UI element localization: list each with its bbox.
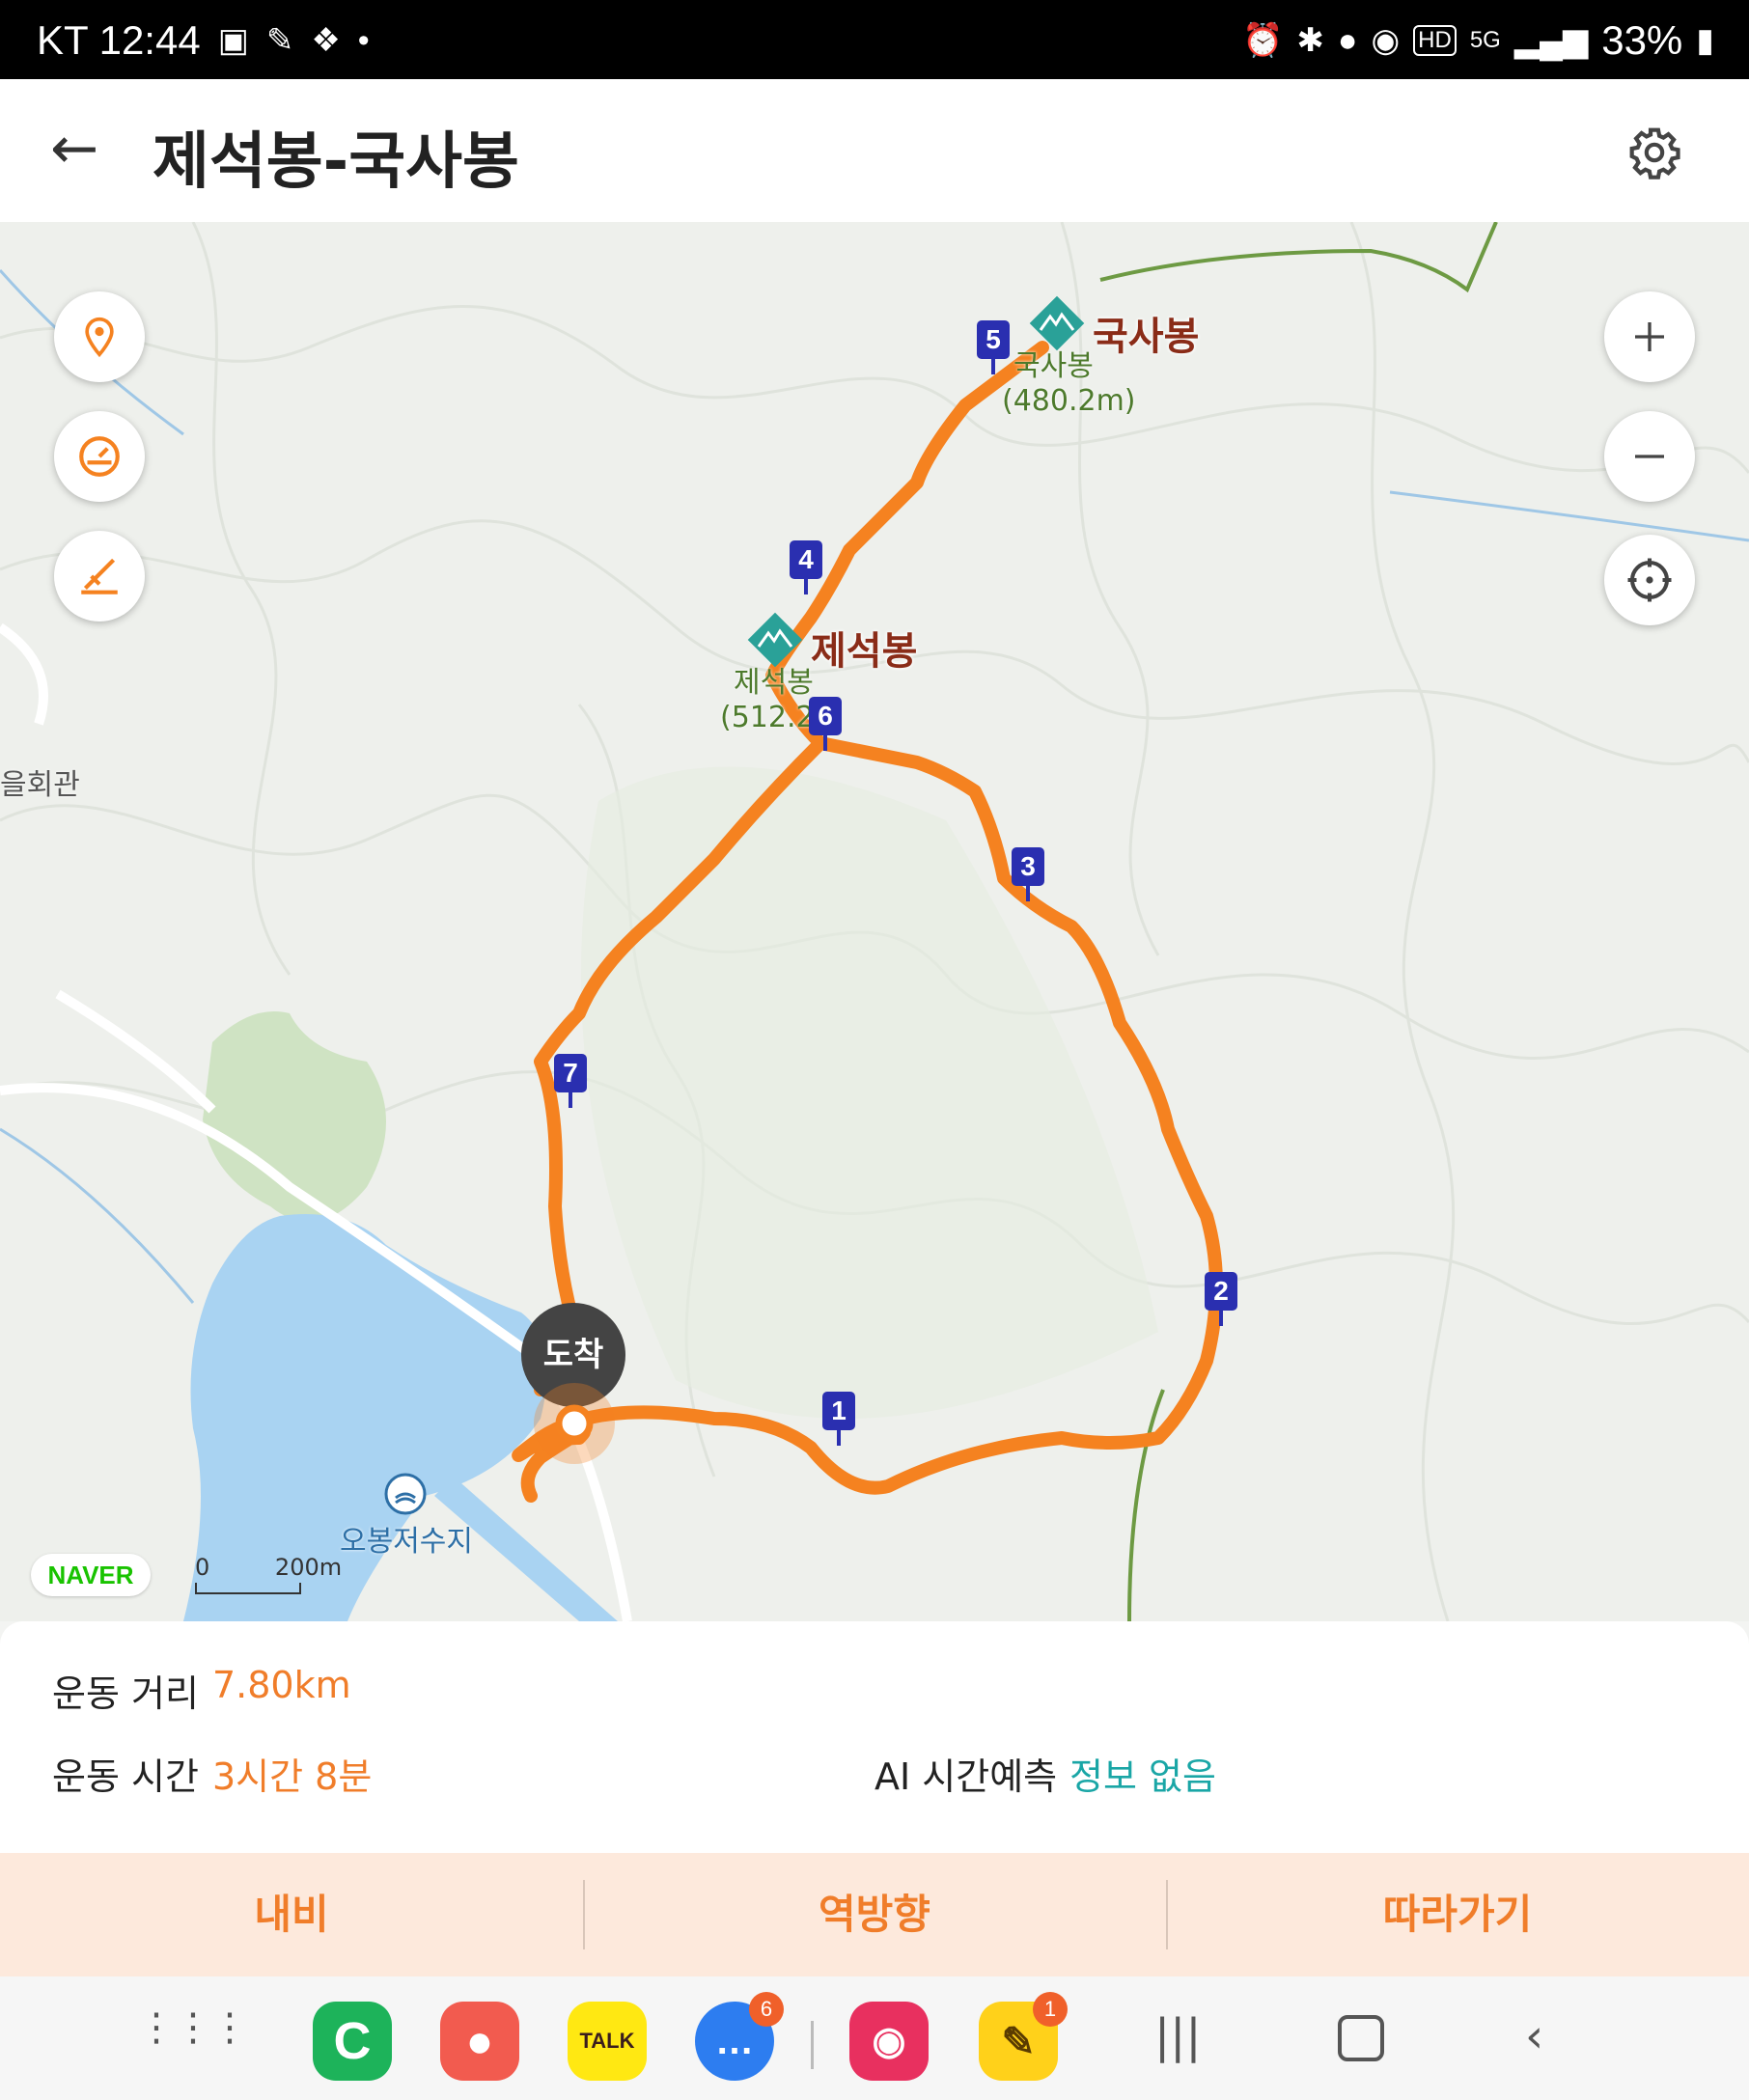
status-bar: KT 12:44 ▣ ✎ ❖ • ⏰ ✱ ● ◉ HD 5G ▂▄▆ 33% ▮ (0, 0, 1749, 79)
place-label: 을회관 (0, 768, 80, 802)
alarm-icon: ⏰ (1242, 22, 1284, 59)
waypoint-marker-2[interactable]: 2 (1205, 1272, 1237, 1326)
peak-sub-guksabong: 국사봉 (1013, 349, 1094, 383)
scale-distance: 200m (274, 1554, 343, 1581)
peak-icon-jeseokbong (747, 612, 803, 668)
messages-badge: 6 (749, 1992, 784, 2027)
back-nav-icon[interactable]: ‹ (1525, 2009, 1543, 2063)
speedometer-icon (79, 436, 120, 477)
peak-elevation-jeseokbong: (512.2 (720, 701, 815, 734)
action-bar: 내비 역방향 따라가기 (0, 1853, 1749, 1976)
elevation-button[interactable] (54, 531, 145, 622)
waypoint-marker-3[interactable]: 3 (1012, 847, 1044, 901)
dock-divider (811, 2021, 814, 2069)
peak-label-jeseokbong: 제석봉 (811, 629, 918, 674)
follow-button[interactable]: 따라가기 (1166, 1853, 1749, 1976)
system-nav-bar: ⋮⋮⋮ C ● TALK … 6 ◉ ✎ 1 ||| ‹ (0, 1976, 1749, 2100)
waypoint-marker-6[interactable]: 6 (809, 697, 842, 751)
carrier-time: KT 12:44 (37, 17, 201, 63)
zoom-in-button[interactable] (1604, 291, 1695, 382)
waypoint-marker-4[interactable]: 4 (790, 540, 822, 594)
distance-label: 운동 거리 (52, 1672, 199, 1715)
phone-app-icon[interactable]: C (313, 2002, 392, 2081)
waypoint-marker-7[interactable]: 7 (554, 1054, 587, 1108)
map-scale: 0 200m (195, 1554, 343, 1594)
elevation-icon (81, 558, 118, 594)
app-header: ← 제석봉-국사봉 (0, 79, 1749, 222)
peak-elevation-guksabong: (480.2m) (1002, 384, 1136, 418)
speedometer-button[interactable] (54, 411, 145, 502)
gear-icon[interactable] (1627, 125, 1681, 180)
hiking-app-icon[interactable]: ✎ 1 (979, 1992, 1068, 2081)
scale-bar (195, 1583, 301, 1594)
location-pin-icon (85, 317, 114, 358)
waypoint-marker-5[interactable]: 5 (977, 320, 1010, 374)
kakaotalk-app-icon[interactable]: TALK (568, 2002, 647, 2081)
recent-apps-icon[interactable]: ||| (1154, 2009, 1202, 2063)
map-view[interactable]: 국사봉 국사봉 (480.2m) 제석봉 제석봉 (512.2 1 2 3 4 … (0, 222, 1749, 1621)
gallery-icon: ▣ (217, 22, 249, 59)
messages-app-icon[interactable]: … 6 (695, 1992, 784, 2081)
peak-label-guksabong: 국사봉 (1093, 315, 1200, 359)
crosshair-icon (1627, 558, 1672, 602)
home-icon[interactable] (1338, 2015, 1384, 2061)
distance-value: 7.80km (212, 1664, 351, 1706)
shoe-notification-icon: ❖ (311, 22, 341, 59)
app-drawer-icon[interactable]: ⋮⋮⋮ (137, 2005, 249, 2050)
more-dot-icon: • (357, 21, 370, 59)
navi-button[interactable]: 내비 (0, 1853, 583, 1976)
zoom-out-button[interactable] (1604, 411, 1695, 502)
time-value: 3시간 8분 (212, 1755, 373, 1798)
status-right: ⏰ ✱ ● ◉ HD 5G ▂▄▆ 33% ▮ (1242, 17, 1714, 64)
bluetooth-icon: ✱ (1296, 22, 1324, 59)
location-icon: ● (1337, 21, 1358, 59)
peak-sub-jeseokbong: 제석봉 (734, 666, 814, 700)
network-5g-icon: 5G (1469, 27, 1501, 53)
reservoir-icon (384, 1473, 427, 1515)
minus-icon (1635, 455, 1664, 458)
workout-info-panel: 운동 거리 7.80km 운동 시간 3시간 8분 AI 시간예측 정보 없음 (0, 1621, 1749, 1853)
hiking-app-badge: 1 (1033, 1992, 1068, 2027)
hd-icon: HD (1413, 25, 1457, 56)
camera-app-icon[interactable]: ◉ (849, 2002, 929, 2081)
reservoir-label: 오봉저수지 (340, 1525, 473, 1559)
time-label: 운동 시간 (52, 1755, 199, 1798)
scale-zero: 0 (195, 1554, 210, 1581)
peak-icon-guksabong (1029, 295, 1085, 351)
signal-icon: ▂▄▆ (1513, 22, 1589, 59)
back-arrow-icon[interactable]: ← (50, 120, 118, 187)
plus-icon (1635, 322, 1664, 351)
ai-prediction-label: AI 시간예측 (874, 1755, 1058, 1798)
map-canvas (0, 222, 1749, 1621)
page-title: 제석봉-국사봉 (153, 126, 519, 198)
naver-logo: NAVER (31, 1554, 151, 1596)
runner-notification-icon: ✎ (265, 22, 294, 59)
battery-icon: ▮ (1696, 22, 1714, 59)
status-left: KT 12:44 ▣ ✎ ❖ • (37, 17, 370, 64)
current-position-icon (534, 1383, 615, 1464)
contacts-app-icon[interactable]: ● (440, 2002, 519, 2081)
kakaotalk-label: TALK (579, 2029, 635, 2053)
location-pin-button[interactable] (54, 291, 145, 382)
hotspot-icon: ◉ (1371, 22, 1401, 59)
ai-prediction-value: 정보 없음 (1069, 1755, 1216, 1798)
reverse-button[interactable]: 역방향 (583, 1853, 1166, 1976)
battery-percent: 33% (1601, 17, 1683, 63)
my-location-button[interactable] (1604, 535, 1695, 625)
waypoint-marker-1[interactable]: 1 (822, 1392, 855, 1446)
